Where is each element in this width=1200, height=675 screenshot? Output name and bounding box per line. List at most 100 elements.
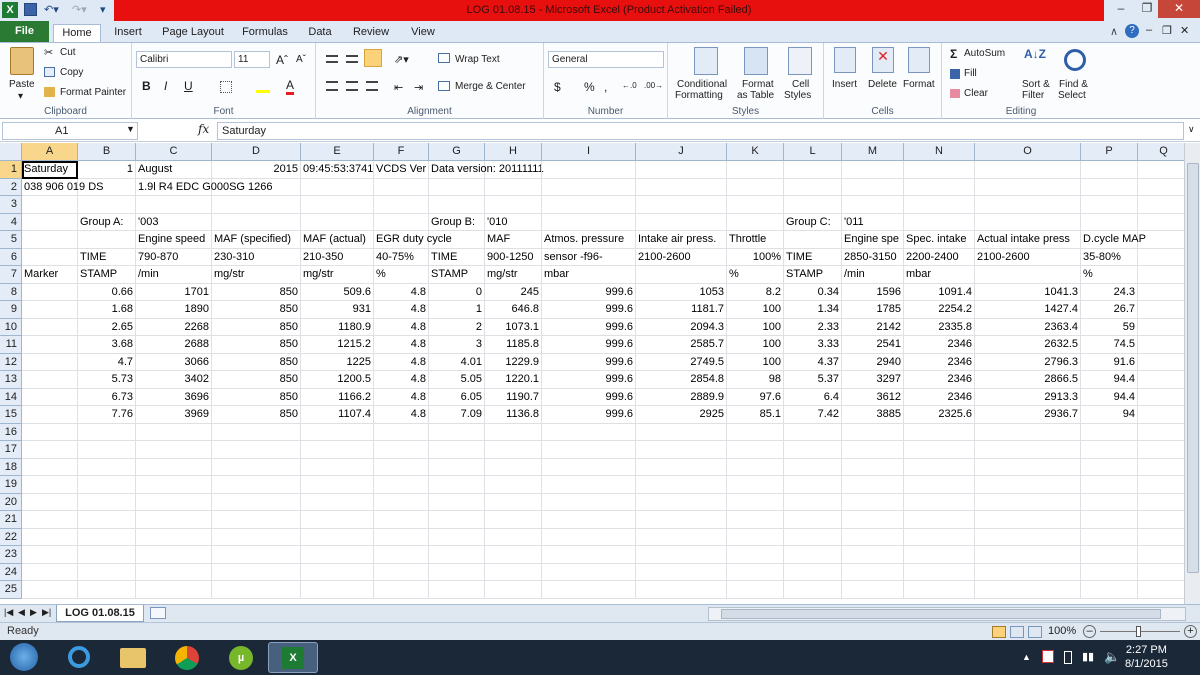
- cell-n24[interactable]: [904, 563, 975, 581]
- cell-n18[interactable]: [904, 458, 975, 476]
- cell-g4[interactable]: Group B:: [429, 213, 485, 231]
- cell-l7[interactable]: STAMP: [784, 266, 842, 284]
- cell-l13[interactable]: 5.37: [784, 371, 842, 389]
- cell-i23[interactable]: [542, 546, 636, 564]
- cell-n19[interactable]: [904, 476, 975, 494]
- cell-h6[interactable]: 900-1250: [485, 248, 542, 266]
- cell-l16[interactable]: [784, 423, 842, 441]
- column-header-j[interactable]: J: [636, 143, 727, 161]
- cell-l9[interactable]: 1.34: [784, 301, 842, 319]
- align-middle-icon[interactable]: [346, 55, 358, 63]
- cell-m14[interactable]: 3612: [842, 388, 904, 406]
- row-header-19[interactable]: 19: [0, 476, 22, 494]
- cell-l19[interactable]: [784, 476, 842, 494]
- cell-g15[interactable]: 7.09: [429, 406, 485, 424]
- cell-f5[interactable]: EGR duty cycle: [374, 231, 452, 249]
- cell-o6[interactable]: 2100-2600: [975, 248, 1081, 266]
- cell-l15[interactable]: 7.42: [784, 406, 842, 424]
- cell-i9[interactable]: 999.6: [542, 301, 636, 319]
- cell-i19[interactable]: [542, 476, 636, 494]
- cell-m10[interactable]: 2142: [842, 318, 904, 336]
- format-as-table-button[interactable]: Format: [742, 79, 774, 90]
- zoom-level[interactable]: 100%: [1048, 625, 1076, 637]
- cell-h18[interactable]: [485, 458, 542, 476]
- cell-o12[interactable]: 2796.3: [975, 353, 1081, 371]
- cell-i21[interactable]: [542, 511, 636, 529]
- page-break-view-icon[interactable]: [1028, 626, 1042, 638]
- row-header-21[interactable]: 21: [0, 511, 22, 529]
- cell-g6[interactable]: TIME: [429, 248, 485, 266]
- cell-j5[interactable]: Intake air press.: [636, 231, 727, 249]
- cell-a15[interactable]: [22, 406, 78, 424]
- cell-g10[interactable]: 2: [429, 318, 485, 336]
- cell-f3[interactable]: [374, 196, 429, 214]
- cell-g11[interactable]: 3: [429, 336, 485, 354]
- cell-e18[interactable]: [301, 458, 374, 476]
- clear-button[interactable]: Clear: [964, 88, 988, 99]
- cell-m3[interactable]: [842, 196, 904, 214]
- cell-c6[interactable]: 790-870: [136, 248, 212, 266]
- cell-q7[interactable]: [1138, 266, 1184, 284]
- cell-b4[interactable]: Group A:: [78, 213, 136, 231]
- cell-o22[interactable]: [975, 528, 1081, 546]
- row-header-13[interactable]: 13: [0, 371, 22, 389]
- cell-l11[interactable]: 3.33: [784, 336, 842, 354]
- column-header-p[interactable]: P: [1081, 143, 1138, 161]
- cell-n25[interactable]: [904, 581, 975, 599]
- cell-h7[interactable]: mg/str: [485, 266, 542, 284]
- cell-b3[interactable]: [78, 196, 136, 214]
- row-header-12[interactable]: 12: [0, 353, 22, 371]
- cell-o23[interactable]: [975, 546, 1081, 564]
- cell-k15[interactable]: 85.1: [727, 406, 784, 424]
- cell-k8[interactable]: 8.2: [727, 283, 784, 301]
- paste-icon[interactable]: [10, 47, 34, 75]
- cell-f11[interactable]: 4.8: [374, 336, 429, 354]
- cell-b22[interactable]: [78, 528, 136, 546]
- cell-n17[interactable]: [904, 441, 975, 459]
- cell-e15[interactable]: 1107.4: [301, 406, 374, 424]
- cell-g2[interactable]: [429, 178, 485, 196]
- cell-k21[interactable]: [727, 511, 784, 529]
- cell-j10[interactable]: 2094.3: [636, 318, 727, 336]
- row-header-1[interactable]: 1: [0, 161, 22, 179]
- cell-k9[interactable]: 100: [727, 301, 784, 319]
- cell-f8[interactable]: 4.8: [374, 283, 429, 301]
- cell-l3[interactable]: [784, 196, 842, 214]
- cell-l20[interactable]: [784, 493, 842, 511]
- cell-k16[interactable]: [727, 423, 784, 441]
- cell-o10[interactable]: 2363.4: [975, 318, 1081, 336]
- excel-app-icon[interactable]: X: [2, 2, 18, 18]
- cell-h4[interactable]: '010: [485, 213, 542, 231]
- cell-p15[interactable]: 94: [1081, 406, 1138, 424]
- tab-insert[interactable]: Insert: [108, 24, 148, 42]
- cell-a19[interactable]: [22, 476, 78, 494]
- row-header-22[interactable]: 22: [0, 528, 22, 546]
- cell-f15[interactable]: 4.8: [374, 406, 429, 424]
- cell-p2[interactable]: [1081, 178, 1138, 196]
- cell-h1[interactable]: [485, 161, 542, 179]
- cell-c24[interactable]: [136, 563, 212, 581]
- row-header-6[interactable]: 6: [0, 248, 22, 266]
- file-explorer-icon[interactable]: [108, 642, 158, 673]
- column-header-l[interactable]: L: [784, 143, 842, 161]
- cell-k17[interactable]: [727, 441, 784, 459]
- cell-p24[interactable]: [1081, 563, 1138, 581]
- cell-n22[interactable]: [904, 528, 975, 546]
- cell-d19[interactable]: [212, 476, 301, 494]
- cell-q11[interactable]: [1138, 336, 1184, 354]
- cell-e10[interactable]: 1180.9: [301, 318, 374, 336]
- cell-p9[interactable]: 26.7: [1081, 301, 1138, 319]
- cell-n11[interactable]: 2346: [904, 336, 975, 354]
- normal-view-icon[interactable]: [992, 626, 1006, 638]
- cell-m16[interactable]: [842, 423, 904, 441]
- cell-q22[interactable]: [1138, 529, 1184, 546]
- cell-j18[interactable]: [636, 458, 727, 476]
- cell-o13[interactable]: 2866.5: [975, 371, 1081, 389]
- cell-p21[interactable]: [1081, 511, 1138, 529]
- horizontal-scrollbar[interactable]: [708, 607, 1186, 621]
- cell-m21[interactable]: [842, 511, 904, 529]
- cell-e9[interactable]: 931: [301, 301, 374, 319]
- cell-e13[interactable]: 1200.5: [301, 371, 374, 389]
- cell-a14[interactable]: [22, 388, 78, 406]
- cell-l4[interactable]: Group C:: [784, 213, 842, 231]
